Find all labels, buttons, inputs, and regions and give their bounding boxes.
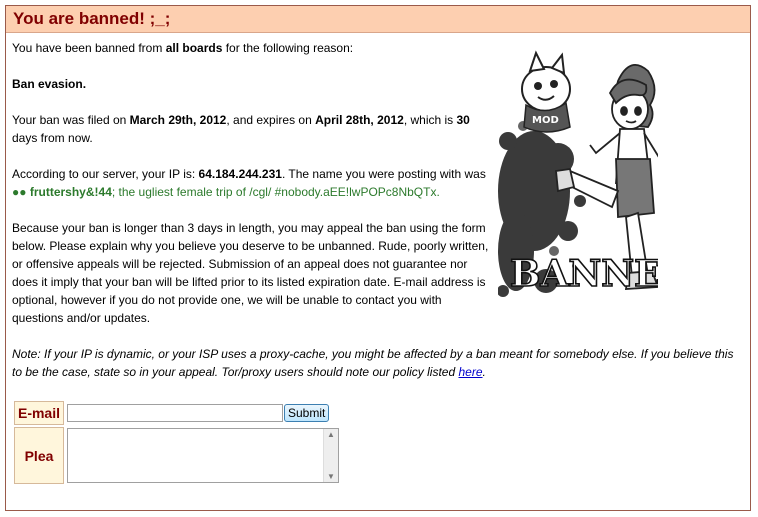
plea-label: Plea bbox=[14, 427, 64, 484]
p4-pre: According to our server, your IP is: bbox=[12, 167, 199, 181]
p1-post: for the following reason: bbox=[222, 41, 354, 55]
banned-stamp: BANNED bbox=[510, 253, 658, 295]
plea-scrollbar[interactable]: ▲ ▼ bbox=[323, 429, 338, 482]
policy-link[interactable]: here bbox=[458, 365, 482, 379]
scroll-down-icon[interactable]: ▼ bbox=[327, 472, 335, 481]
plea-cell: ▲ ▼ bbox=[66, 427, 340, 484]
p3-mid: , and expires on bbox=[226, 113, 316, 127]
email-cell: Submit bbox=[66, 401, 340, 425]
plea-field[interactable] bbox=[68, 429, 324, 482]
submit-button[interactable]: Submit bbox=[284, 404, 330, 422]
expires-date: April 28th, 2012 bbox=[315, 113, 404, 127]
ban-note: Note: If your IP is dynamic, or your ISP… bbox=[12, 345, 742, 381]
trip-icon: ●● bbox=[12, 185, 27, 199]
mod-badge-text: MOD bbox=[532, 115, 559, 126]
p3-post: days from now. bbox=[12, 131, 93, 145]
filed-date: March 29th, 2012 bbox=[129, 113, 227, 127]
ip-paragraph: According to our server, your IP is: 64.… bbox=[12, 165, 494, 201]
p3-mid2: , which is bbox=[403, 113, 457, 127]
ban-scope: all boards bbox=[165, 41, 223, 55]
appeal-paragraph: Because your ban is longer than 3 days i… bbox=[12, 221, 489, 325]
ban-message: You have been banned from all boards for… bbox=[12, 39, 494, 345]
note-end: . bbox=[482, 365, 486, 379]
mod-mascot: MOD bbox=[521, 50, 571, 133]
ban-panel: You are banned! ;_; You have been banned… bbox=[5, 5, 751, 511]
ban-dates-paragraph: Your ban was filed on March 29th, 2012, … bbox=[12, 111, 494, 147]
email-label: E-mail bbox=[14, 401, 64, 425]
appeal-form: E-mail Submit Plea ▲ ▼ bbox=[12, 399, 342, 486]
note-text: Note: If your IP is dynamic, or your ISP… bbox=[12, 347, 734, 379]
ban-scope-paragraph: You have been banned from all boards for… bbox=[12, 39, 494, 57]
poster-trip: ; the ugliest female trip of /cgl/ #nobo… bbox=[111, 185, 440, 199]
p1-pre: You have been banned from bbox=[12, 41, 166, 55]
p4-post: . The name you were posting with was bbox=[281, 167, 486, 181]
poster-name: fruttershy&!44 bbox=[29, 185, 112, 199]
scroll-up-icon[interactable]: ▲ bbox=[327, 430, 335, 439]
plea-field-wrapper: ▲ ▼ bbox=[67, 428, 339, 483]
email-field[interactable] bbox=[67, 404, 283, 422]
banned-illustration: MOD BANNED bbox=[498, 50, 658, 297]
appeal-table: E-mail Submit Plea ▲ ▼ bbox=[12, 399, 342, 486]
ban-title: You are banned! ;_; bbox=[6, 6, 750, 33]
ban-days: 30 bbox=[456, 113, 470, 127]
ip-address: 64.184.244.231 bbox=[198, 167, 282, 181]
p3-pre: Your ban was filed on bbox=[12, 113, 130, 127]
ban-reason: Ban evasion. bbox=[12, 75, 494, 93]
ban-reason-text: Ban evasion. bbox=[12, 77, 87, 91]
